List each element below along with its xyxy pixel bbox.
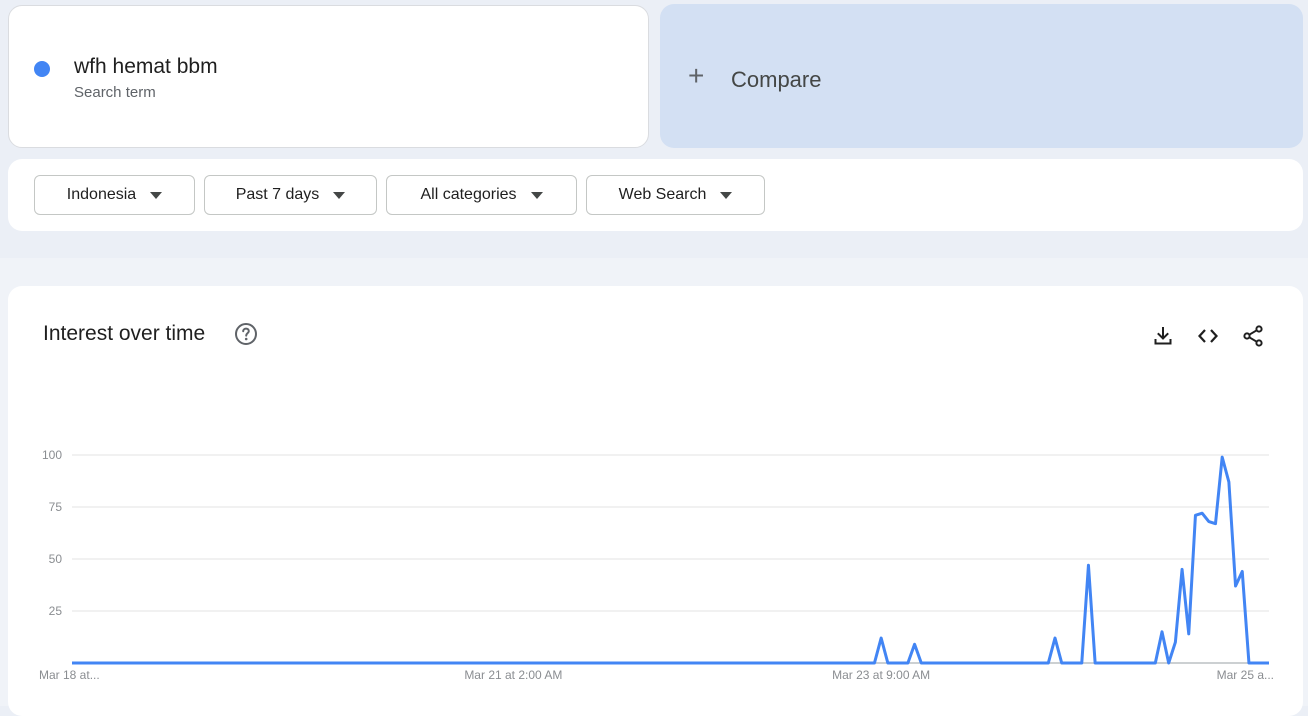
- filter-bar: Indonesia Past 7 days All categories Web…: [8, 159, 1303, 231]
- x-tick-label: Mar 25 a...: [1217, 668, 1274, 682]
- x-tick-label: Mar 23 at 9:00 AM: [832, 668, 930, 682]
- term-text-block: wfh hemat bbm Search term: [74, 55, 218, 101]
- caret-down-icon: [530, 191, 543, 199]
- time-range-dropdown[interactable]: Past 7 days: [204, 175, 377, 215]
- compare-button[interactable]: + Compare: [660, 4, 1303, 148]
- x-tick-label: Mar 18 at...: [39, 668, 100, 682]
- time-range-label: Past 7 days: [235, 186, 320, 203]
- region-filter-dropdown[interactable]: Indonesia: [34, 175, 195, 215]
- compare-label: Compare: [731, 67, 822, 92]
- region-filter-label: Indonesia: [66, 186, 137, 203]
- interest-over-time-card: Interest over time 25 50 75 100 Mar 18 at...…: [8, 286, 1303, 716]
- search-type-label: Web Search: [618, 186, 707, 203]
- search-term-name[interactable]: wfh hemat bbm: [74, 55, 218, 79]
- plus-icon: +: [688, 60, 705, 91]
- embed-code-icon[interactable]: [1196, 324, 1220, 348]
- caret-down-icon: [150, 191, 163, 199]
- search-type-dropdown[interactable]: Web Search: [586, 175, 765, 215]
- term-color-dot: [34, 61, 50, 77]
- share-icon[interactable]: [1241, 324, 1265, 348]
- category-label: All categories: [420, 186, 517, 203]
- y-tick-label: 100: [42, 448, 62, 462]
- y-tick-label: 25: [49, 604, 63, 618]
- search-term-card[interactable]: wfh hemat bbm Search term: [8, 5, 649, 148]
- help-circle-icon[interactable]: [234, 322, 258, 346]
- y-tick-label: 75: [49, 500, 63, 514]
- download-icon[interactable]: [1151, 324, 1175, 348]
- category-dropdown[interactable]: All categories: [386, 175, 577, 215]
- caret-down-icon: [720, 191, 733, 199]
- interest-line-chart: 25 50 75 100 Mar 18 at... Mar 21 at 2:00 AM Ma…: [39, 448, 1274, 682]
- search-term-type: Search term: [74, 84, 156, 101]
- y-tick-label: 50: [49, 552, 63, 566]
- series-line: [72, 455, 1269, 665]
- chart-title: Interest over time: [43, 322, 206, 345]
- x-tick-label: Mar 21 at 2:00 AM: [464, 668, 562, 682]
- caret-down-icon: [333, 191, 346, 199]
